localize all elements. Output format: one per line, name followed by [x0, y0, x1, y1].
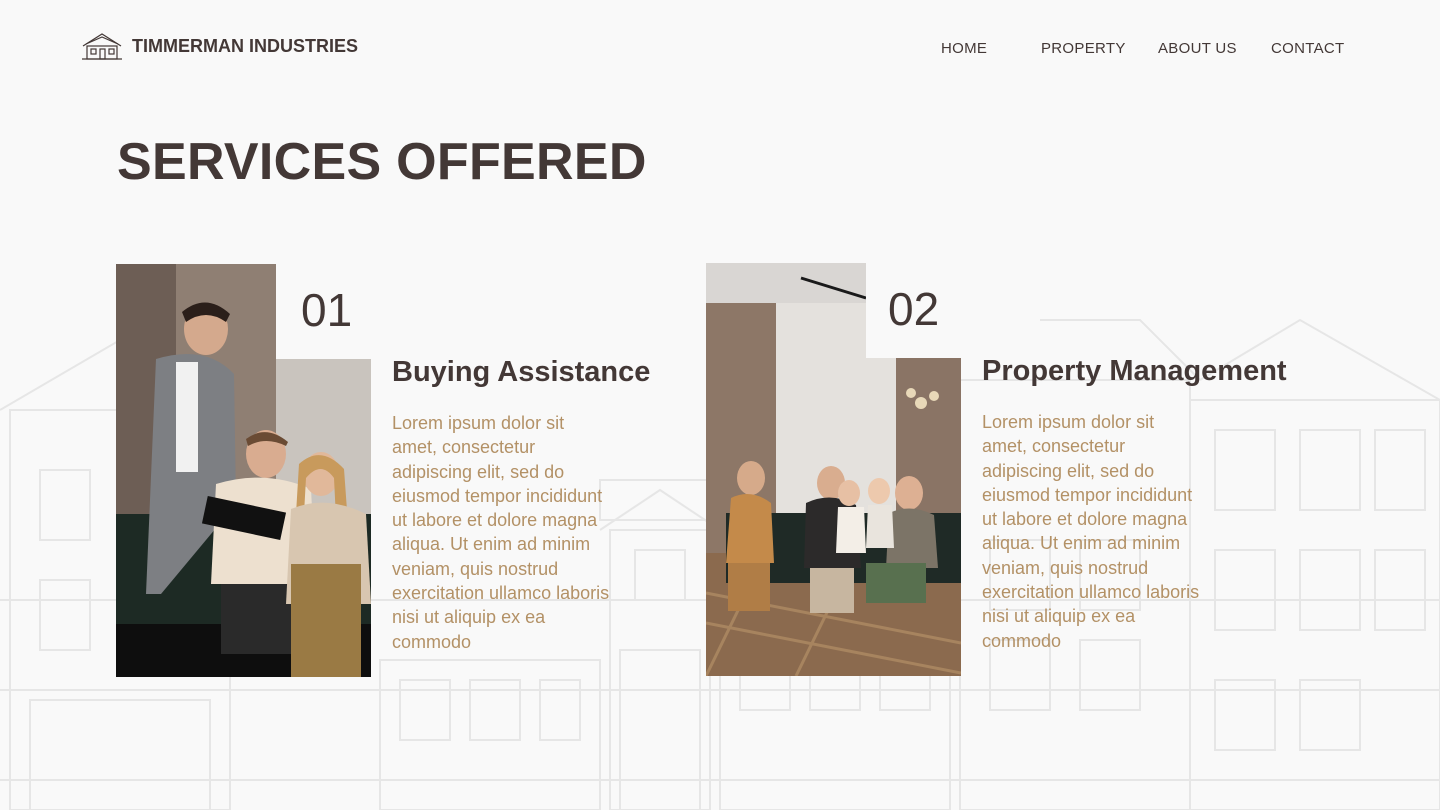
service-title: Property Management — [982, 355, 1287, 387]
service-number: 02 — [888, 283, 940, 335]
nav-property-link[interactable]: PROPERTY — [1041, 40, 1126, 57]
nav-home-link[interactable]: HOME — [941, 40, 987, 57]
nav-contact-link[interactable]: CONTACT — [1271, 40, 1344, 57]
service-description: Lorem ipsum dolor sit amet, consectetur … — [392, 413, 610, 652]
section-title: SERVICES OFFERED — [117, 133, 647, 191]
service-title: Buying Assistance — [392, 356, 651, 388]
service-number: 01 — [301, 284, 353, 336]
services-page: TIMMERMAN INDUSTRIES HOME PROPERTY ABOUT… — [0, 0, 1440, 810]
main-nav: HOME PROPERTY ABOUT US CONTACT — [0, 40, 1440, 60]
nav-about-us-link[interactable]: ABOUT US — [1158, 40, 1237, 57]
service-description: Lorem ipsum dolor sit amet, consectetur … — [982, 412, 1200, 651]
